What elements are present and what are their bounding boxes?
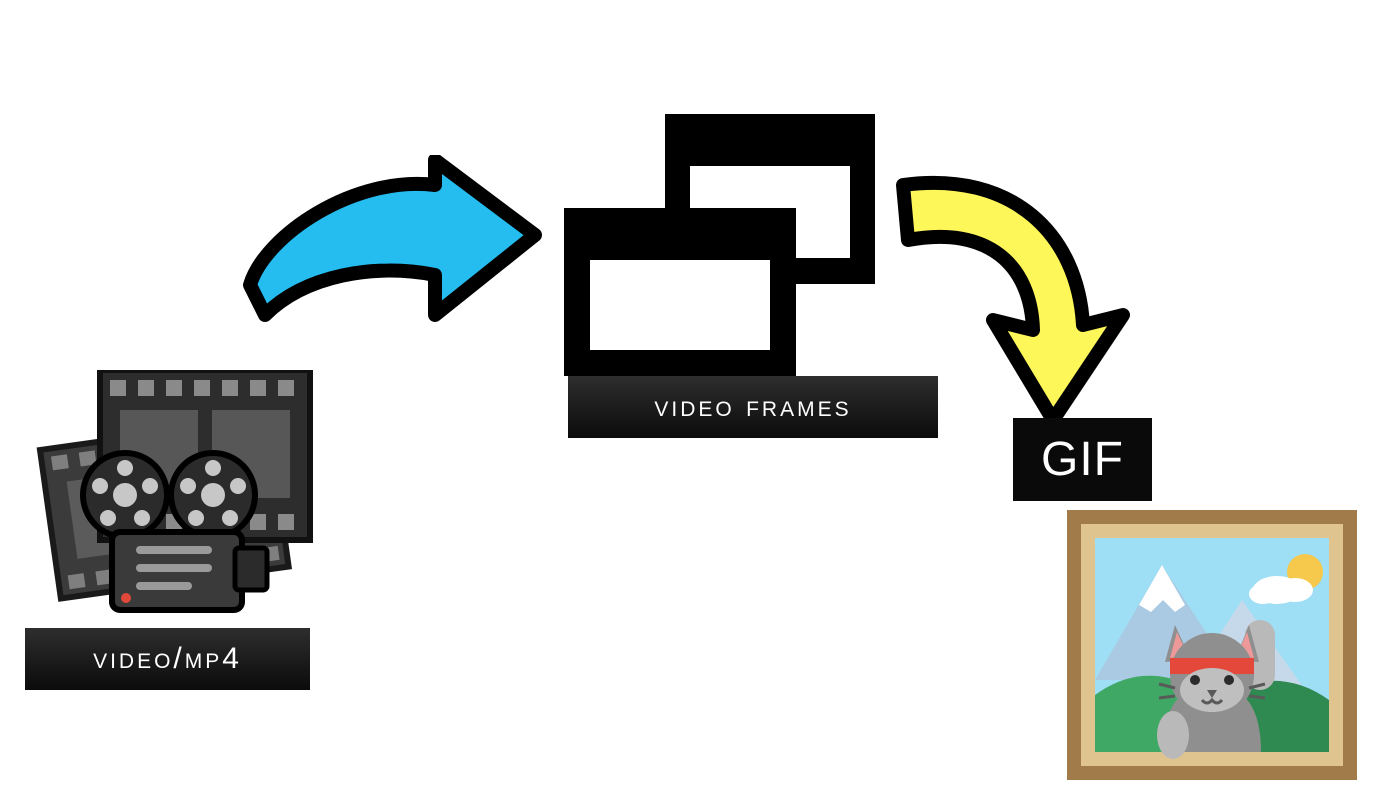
curved-down-arrow-icon: [883, 165, 1143, 450]
video-camera-and-film-icon: [20, 370, 320, 635]
framed-cat-picture-icon: [1067, 510, 1357, 790]
right-arrow-icon: [235, 155, 555, 390]
video-mp4-label: video/mp4: [25, 628, 310, 690]
overlapping-windows-icon: [560, 110, 890, 385]
gif-label: GIF: [1013, 418, 1152, 501]
